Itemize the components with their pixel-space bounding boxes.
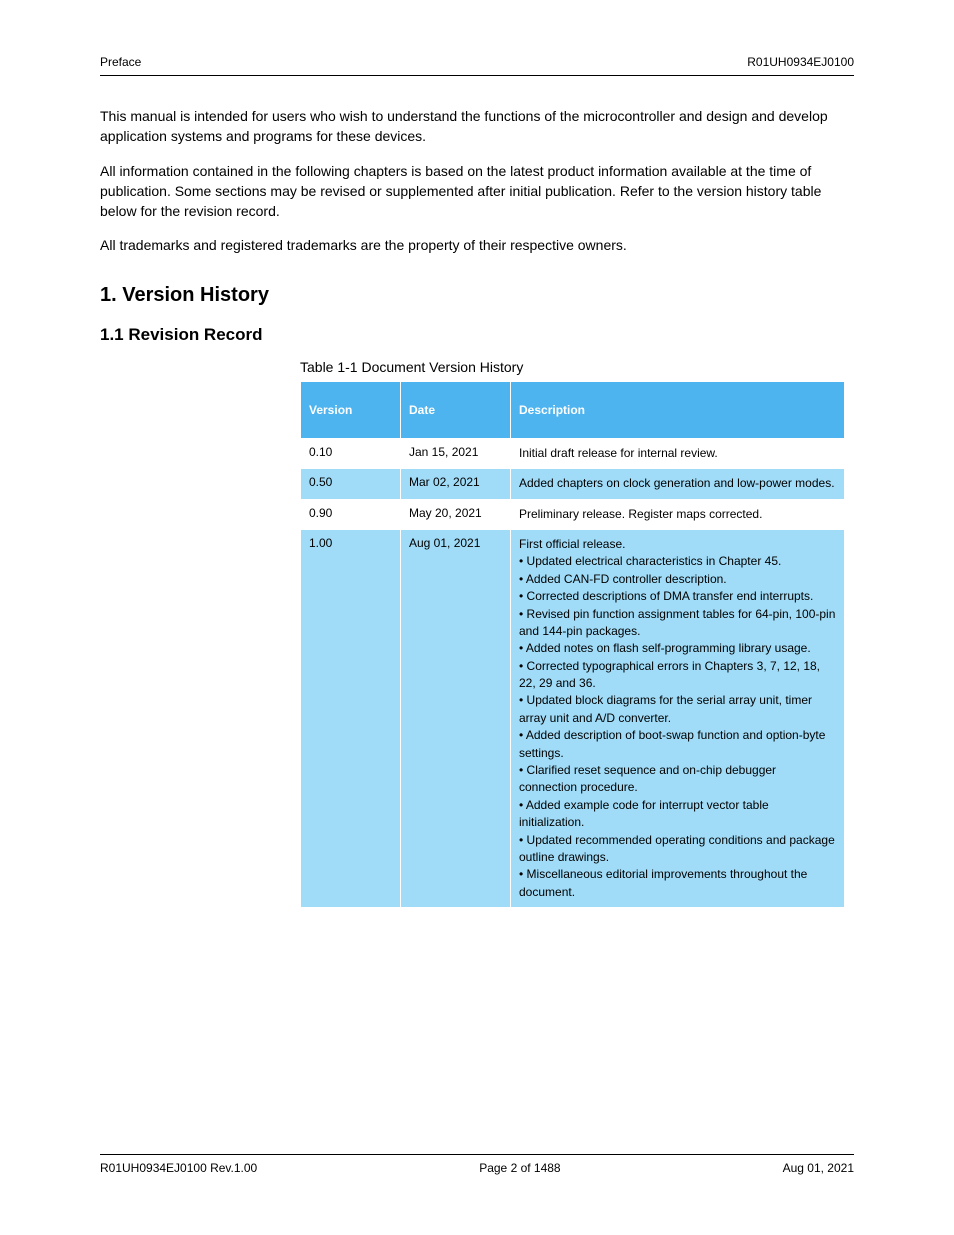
table-header-cell: Description [511, 381, 845, 438]
table-header-cell: Version [301, 381, 401, 438]
table-header-cell: Date [401, 381, 511, 438]
table-row: 1.00Aug 01, 2021First official release.•… [301, 529, 845, 907]
table-cell: Added chapters on clock generation and l… [511, 469, 845, 499]
table-row: 0.90May 20, 2021Preliminary release. Reg… [301, 499, 845, 529]
subsection-heading: 1.1 Revision Record [100, 325, 854, 345]
table-cell: 0.10 [301, 438, 401, 468]
intro-paragraph: All information contained in the followi… [100, 161, 854, 222]
footer-right: Aug 01, 2021 [783, 1161, 854, 1175]
page-header: Preface R01UH0934EJ0100 [100, 55, 854, 76]
intro-paragraph: This manual is intended for users who wi… [100, 106, 854, 147]
footer-page-number: Page 2 of 1488 [257, 1161, 782, 1175]
table-cell: Jan 15, 2021 [401, 438, 511, 468]
intro-block: This manual is intended for users who wi… [100, 106, 854, 256]
version-history-table: Version Date Description 0.10Jan 15, 202… [300, 381, 845, 908]
table-row: 0.50Mar 02, 2021Added chapters on clock … [301, 469, 845, 499]
table-cell: 0.90 [301, 499, 401, 529]
header-right: R01UH0934EJ0100 [747, 55, 854, 69]
footer-left: R01UH0934EJ0100 Rev.1.00 [100, 1161, 257, 1175]
intro-paragraph: All trademarks and registered trademarks… [100, 235, 854, 255]
table-cell: Mar 02, 2021 [401, 469, 511, 499]
table-cell: May 20, 2021 [401, 499, 511, 529]
table-cell: First official release.• Updated electri… [511, 529, 845, 907]
table-cell: 1.00 [301, 529, 401, 907]
page-footer: R01UH0934EJ0100 Rev.1.00 Page 2 of 1488 … [100, 1154, 854, 1175]
section-heading: 1. Version History [100, 284, 854, 307]
table-cell: Initial draft release for internal revie… [511, 438, 845, 468]
table-cell: 0.50 [301, 469, 401, 499]
table-cell: Preliminary release. Register maps corre… [511, 499, 845, 529]
table-caption: Table 1-1 Document Version History [300, 359, 845, 375]
table-header-row: Version Date Description [301, 381, 845, 438]
table-cell: Aug 01, 2021 [401, 529, 511, 907]
header-left: Preface [100, 55, 141, 69]
table-row: 0.10Jan 15, 2021Initial draft release fo… [301, 438, 845, 468]
